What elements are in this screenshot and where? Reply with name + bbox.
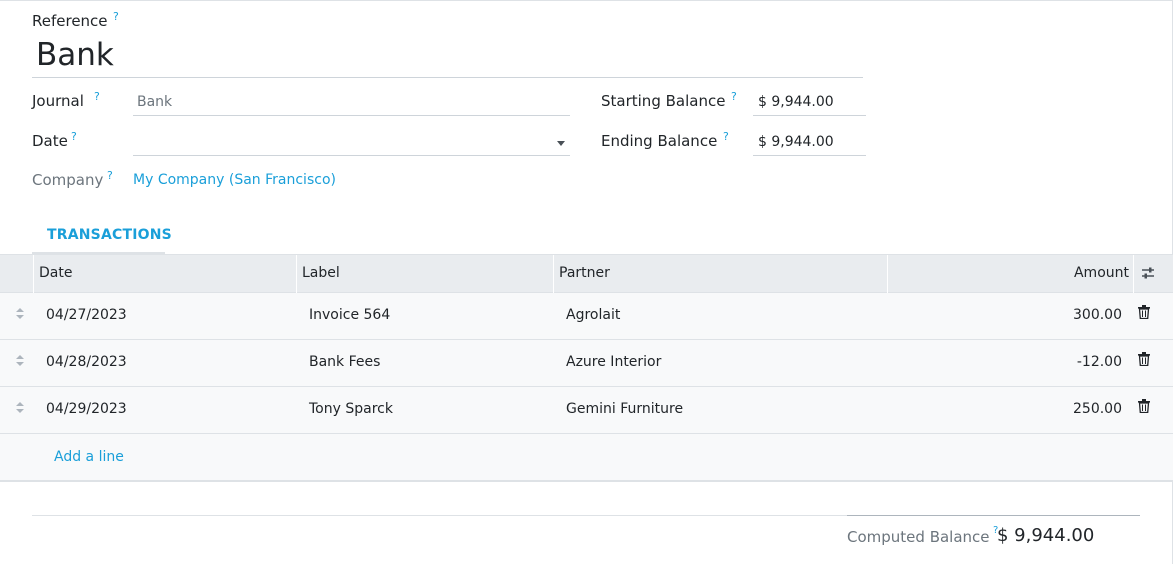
computed-balance-label: Computed Balance xyxy=(847,528,990,546)
add-line-row: Add a line xyxy=(0,434,1173,482)
tab-transactions-label[interactable]: TRANSACTIONS xyxy=(47,227,172,243)
reference-input[interactable]: Bank xyxy=(36,37,114,73)
date-underline xyxy=(133,155,570,156)
date-help-icon[interactable]: ? xyxy=(71,130,77,143)
journal-underline xyxy=(133,115,570,116)
add-line-link[interactable]: Add a line xyxy=(54,449,124,465)
row-amount[interactable]: -12.00 xyxy=(1022,354,1122,370)
caret-down-icon[interactable] xyxy=(557,141,565,146)
drag-handle-icon[interactable] xyxy=(16,307,26,321)
form-sheet: Reference ? Bank Journal ? Bank Date ? C… xyxy=(0,0,1173,564)
table-row[interactable]: 04/28/2023 Bank Fees Azure Interior -12.… xyxy=(0,340,1173,387)
reference-underline xyxy=(32,77,863,78)
trash-icon[interactable] xyxy=(1138,399,1150,413)
table-row[interactable]: 04/27/2023 Invoice 564 Agrolait 300.00 xyxy=(0,293,1173,340)
row-amount[interactable]: 300.00 xyxy=(1022,307,1122,323)
row-label[interactable]: Bank Fees xyxy=(309,354,380,370)
reference-help-icon[interactable]: ? xyxy=(113,10,119,23)
starting-balance-input[interactable]: $ 9,944.00 xyxy=(758,94,834,110)
drag-handle-icon[interactable] xyxy=(16,354,26,368)
column-divider xyxy=(887,255,888,293)
row-partner[interactable]: Azure Interior xyxy=(566,354,661,370)
trash-icon[interactable] xyxy=(1138,352,1150,366)
column-header-label[interactable]: Label xyxy=(302,265,340,281)
row-label[interactable]: Tony Sparck xyxy=(309,401,393,417)
column-divider xyxy=(296,255,297,293)
starting-balance-label: Starting Balance xyxy=(601,92,726,110)
ending-balance-help-icon[interactable]: ? xyxy=(723,130,729,143)
row-label[interactable]: Invoice 564 xyxy=(309,307,390,323)
company-label: Company xyxy=(32,171,104,189)
company-link[interactable]: My Company (San Francisco) xyxy=(133,172,336,188)
ending-balance-underline xyxy=(753,155,866,156)
column-header-date[interactable]: Date xyxy=(39,265,72,281)
date-label: Date xyxy=(32,132,68,150)
starting-balance-help-icon[interactable]: ? xyxy=(731,90,737,103)
column-header-amount[interactable]: Amount xyxy=(1029,265,1129,281)
row-date[interactable]: 04/27/2023 xyxy=(46,307,127,323)
row-date[interactable]: 04/28/2023 xyxy=(46,354,127,370)
adjust-columns-icon[interactable] xyxy=(1141,266,1155,280)
row-amount[interactable]: 250.00 xyxy=(1022,401,1122,417)
company-help-icon[interactable]: ? xyxy=(107,169,113,182)
reference-label: Reference xyxy=(32,12,108,30)
trash-icon[interactable] xyxy=(1138,305,1150,319)
column-divider xyxy=(33,255,34,293)
computed-balance-value: $ 9,944.00 xyxy=(997,525,1095,546)
table-row[interactable]: 04/29/2023 Tony Sparck Gemini Furniture … xyxy=(0,387,1173,434)
row-partner[interactable]: Gemini Furniture xyxy=(566,401,683,417)
ending-balance-input[interactable]: $ 9,944.00 xyxy=(758,134,834,150)
ending-balance-label: Ending Balance xyxy=(601,132,718,150)
column-divider xyxy=(1133,255,1134,293)
column-header-partner[interactable]: Partner xyxy=(559,265,610,281)
journal-input[interactable]: Bank xyxy=(137,94,172,110)
column-divider xyxy=(553,255,554,293)
table-header: Date Label Partner Amount xyxy=(0,254,1173,293)
row-partner[interactable]: Agrolait xyxy=(566,307,620,323)
footer-total-divider xyxy=(847,515,1140,516)
journal-label: Journal xyxy=(32,92,84,110)
drag-handle-icon[interactable] xyxy=(16,401,26,415)
journal-help-icon[interactable]: ? xyxy=(94,90,100,103)
starting-balance-underline xyxy=(753,115,866,116)
row-date[interactable]: 04/29/2023 xyxy=(46,401,127,417)
